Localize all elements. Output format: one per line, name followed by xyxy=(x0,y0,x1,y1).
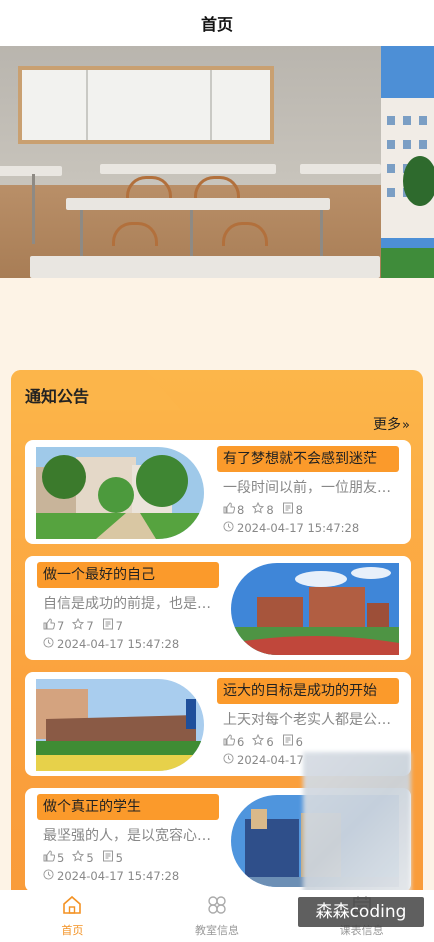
notice-title: 做一个最好的自己 xyxy=(37,562,219,588)
comment-icon xyxy=(102,850,114,865)
clock-icon xyxy=(43,637,54,651)
notice-title: 做个真正的学生 xyxy=(37,794,219,820)
chevron-right-icon: » xyxy=(402,418,410,433)
notice-summary: 一段时间以前，一位朋友问我 xyxy=(223,480,399,496)
grid-icon xyxy=(206,894,228,919)
notice-time: 2024-04-17 xyxy=(237,753,304,767)
star-icon xyxy=(252,733,265,749)
star-icon xyxy=(72,617,85,633)
tab-classroom-info[interactable]: 教室信息 xyxy=(145,890,290,942)
notice-thumbnail-image xyxy=(36,679,204,771)
thumbs-up-icon xyxy=(43,850,56,865)
notice-thumbnail-image xyxy=(36,447,204,539)
clock-icon xyxy=(43,869,54,883)
more-label: 更多 xyxy=(373,417,402,433)
thumbs-up-icon xyxy=(223,502,236,517)
comment-icon xyxy=(282,502,294,517)
notice-title: 有了梦想就不会感到迷茫 xyxy=(217,446,399,472)
favorite-count: 6 xyxy=(266,734,274,749)
school-building-photo xyxy=(381,46,434,278)
banner-carousel[interactable] xyxy=(0,46,434,278)
notice-card[interactable]: 做一个最好的自己 自信是成功的前提，也是一种 7 7 7 2024-04-17 … xyxy=(25,556,411,660)
like-count: 8 xyxy=(237,502,245,517)
thumbs-up-icon xyxy=(43,618,56,633)
like-count: 6 xyxy=(237,734,245,749)
favorite-count: 7 xyxy=(86,618,94,633)
like-count: 7 xyxy=(57,618,65,633)
clock-icon xyxy=(223,753,234,767)
classroom-photo xyxy=(0,46,381,278)
notice-title: 远大的目标是成功的开始 xyxy=(217,678,399,704)
home-icon xyxy=(61,894,83,919)
notice-time: 2024-04-17 15:47:28 xyxy=(237,521,360,535)
tab-home[interactable]: 首页 xyxy=(0,890,145,942)
notice-summary: 最坚强的人，是以宽容心待人 xyxy=(43,828,219,844)
blurred-overlay xyxy=(303,752,411,894)
comment-icon xyxy=(282,734,294,749)
comment-icon xyxy=(102,618,114,633)
tab-label: 首页 xyxy=(61,924,84,937)
comment-count: 6 xyxy=(295,734,303,749)
star-icon xyxy=(252,501,265,517)
notice-thumbnail-image xyxy=(231,563,399,655)
more-link[interactable]: 更多» xyxy=(373,414,410,434)
favorite-count: 8 xyxy=(266,502,274,517)
comment-count: 8 xyxy=(295,502,303,517)
notice-summary: 上天对每个老实人都是公平的 xyxy=(223,712,399,728)
thumbs-up-icon xyxy=(223,734,236,749)
favorite-count: 5 xyxy=(86,850,94,865)
top-navigation-bar: 首页 xyxy=(0,0,434,46)
watermark-label: 森森coding xyxy=(298,897,424,927)
notice-section-title: 通知公告 xyxy=(25,387,90,406)
clock-icon xyxy=(223,521,234,535)
comment-count: 7 xyxy=(115,618,123,633)
like-count: 5 xyxy=(57,850,65,865)
notice-time: 2024-04-17 15:47:28 xyxy=(57,869,180,883)
notice-summary: 自信是成功的前提，也是一种 xyxy=(43,596,219,612)
notice-time: 2024-04-17 15:47:28 xyxy=(57,637,180,651)
whiteboard-illustration xyxy=(18,66,274,144)
comment-count: 5 xyxy=(115,850,123,865)
star-icon xyxy=(72,849,85,865)
notice-card[interactable]: 有了梦想就不会感到迷茫 一段时间以前，一位朋友问我 8 8 8 2024-04-… xyxy=(25,440,411,544)
tab-label: 教室信息 xyxy=(195,924,239,937)
page-title: 首页 xyxy=(200,15,233,34)
